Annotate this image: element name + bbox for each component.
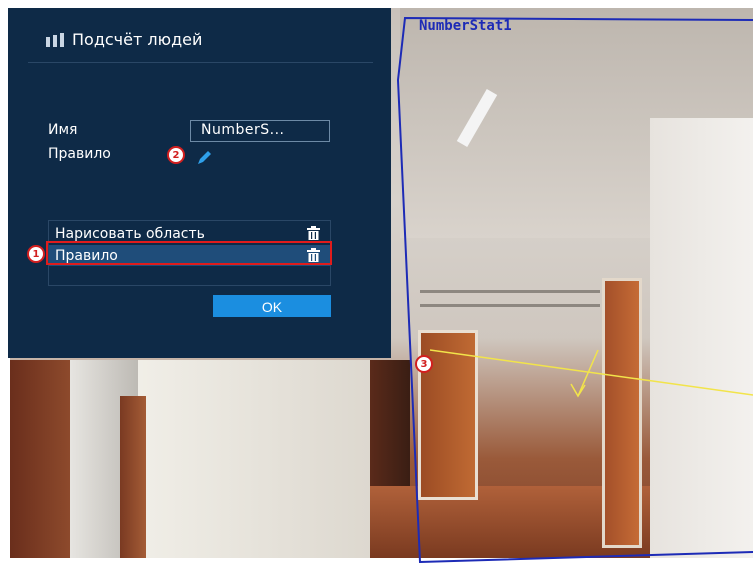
wall-right — [650, 118, 753, 558]
pipe — [420, 290, 600, 293]
doorway-dark — [370, 360, 410, 490]
door-left — [10, 360, 70, 558]
list-item-label: Нарисовать область — [55, 225, 205, 242]
callout-badge-2: 2 — [167, 146, 185, 164]
callout-badge-3: 3 — [415, 355, 433, 373]
callout-badge-1: 1 — [27, 245, 45, 263]
name-input[interactable]: NumberS... — [190, 120, 330, 142]
edit-rule-pencil-icon[interactable] — [196, 150, 214, 166]
trash-icon[interactable] — [307, 226, 320, 240]
dialog-title: Подсчёт людей — [72, 30, 203, 49]
header-divider — [28, 62, 373, 63]
pipe — [420, 304, 600, 307]
wall-panel — [130, 360, 380, 558]
name-label: Имя — [48, 122, 78, 138]
door-left-inner — [120, 396, 146, 558]
people-count-dialog: Подсчёт людей Имя NumberS... Правило Нар… — [8, 8, 391, 358]
rule-label: Правило — [48, 146, 111, 162]
dialog-header: Подсчёт людей — [46, 30, 202, 49]
people-count-icon — [46, 32, 64, 47]
door-right — [602, 278, 642, 548]
ok-button[interactable]: OK — [213, 295, 331, 317]
highlight-box — [46, 241, 332, 265]
